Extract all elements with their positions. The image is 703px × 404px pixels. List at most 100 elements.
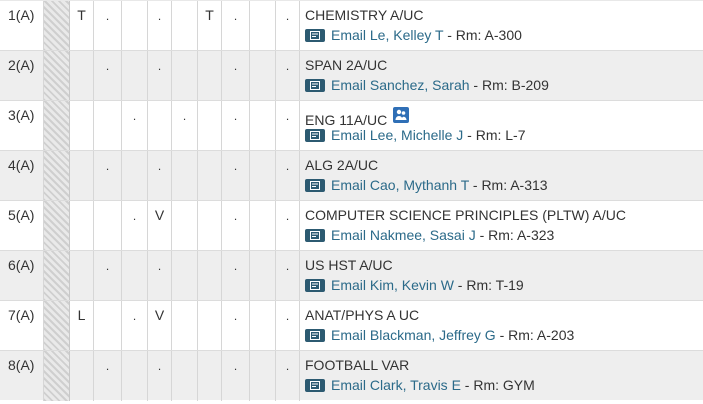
attendance-mark bbox=[94, 201, 122, 251]
attendance-mark: . bbox=[122, 101, 148, 151]
course-cell: ALG 2A/UC Email Cao, Mythanh T - Rm: A-31… bbox=[300, 151, 703, 201]
email-teacher-link[interactable]: Email Sanchez, Sarah bbox=[331, 77, 470, 93]
attendance-mark: T bbox=[198, 1, 222, 51]
attendance-mark: . bbox=[276, 151, 300, 201]
attendance-mark bbox=[250, 201, 276, 251]
attendance-mark: . bbox=[148, 351, 172, 401]
group-icon[interactable] bbox=[393, 107, 410, 123]
email-teacher-link[interactable]: Email Le, Kelley T bbox=[331, 27, 443, 43]
attendance-mark: . bbox=[222, 151, 250, 201]
attendance-mark bbox=[250, 151, 276, 201]
attendance-mark: . bbox=[148, 251, 172, 301]
teacher-line: Email Blackman, Jeffrey G - Rm: A-203 bbox=[305, 327, 574, 343]
attendance-mark bbox=[70, 151, 94, 201]
attendance-mark: V bbox=[148, 301, 172, 351]
attendance-mark: . bbox=[172, 101, 198, 151]
course-cell: ENG 11A/UC Email Lee, Michelle J - Rm: L-… bbox=[300, 101, 703, 151]
schedule-row: 8(A).... FOOTBALL VAR Email Clark, Travis … bbox=[0, 350, 703, 401]
email-teacher-link[interactable]: Email Blackman, Jeffrey G bbox=[331, 327, 496, 343]
course-cell: ANAT/PHYS A UC Email Blackman, Jeffrey G … bbox=[300, 301, 703, 351]
attendance-mark: . bbox=[222, 1, 250, 51]
room-label: - Rm: A-313 bbox=[469, 177, 548, 193]
room-label: - Rm: B-209 bbox=[469, 77, 549, 93]
attendance-mark bbox=[250, 51, 276, 101]
hatched-column bbox=[44, 101, 70, 151]
attendance-mark: T bbox=[70, 1, 94, 51]
email-icon[interactable] bbox=[305, 79, 325, 92]
email-icon[interactable] bbox=[305, 279, 325, 292]
course-title: ALG 2A/UC bbox=[305, 157, 379, 173]
attendance-mark bbox=[198, 351, 222, 401]
email-teacher-link[interactable]: Email Kim, Kevin W bbox=[331, 277, 454, 293]
attendance-mark bbox=[198, 301, 222, 351]
attendance-mark: . bbox=[148, 151, 172, 201]
attendance-mark bbox=[250, 1, 276, 51]
course-cell: FOOTBALL VAR Email Clark, Travis E - Rm: … bbox=[300, 351, 703, 401]
period-label: 3(A) bbox=[0, 101, 44, 151]
attendance-mark: . bbox=[222, 201, 250, 251]
course-name: ALG 2A/UC bbox=[305, 157, 378, 173]
attendance-mark bbox=[122, 51, 148, 101]
attendance-mark: . bbox=[94, 51, 122, 101]
schedule-row: 2(A).... SPAN 2A/UC Email Sanchez, Sarah -… bbox=[0, 50, 703, 101]
email-teacher-link[interactable]: Email Lee, Michelle J bbox=[331, 127, 463, 143]
email-icon[interactable] bbox=[305, 29, 325, 42]
attendance-mark bbox=[172, 201, 198, 251]
course-name: US HST A/UC bbox=[305, 257, 393, 273]
course-cell: US HST A/UC Email Kim, Kevin W - Rm: T-19 bbox=[300, 251, 703, 301]
email-icon[interactable] bbox=[305, 379, 325, 392]
attendance-mark: . bbox=[148, 1, 172, 51]
course-cell: SPAN 2A/UC Email Sanchez, Sarah - Rm: B-2… bbox=[300, 51, 703, 101]
attendance-mark: . bbox=[222, 101, 250, 151]
attendance-mark bbox=[122, 251, 148, 301]
attendance-mark: . bbox=[148, 51, 172, 101]
attendance-mark bbox=[94, 101, 122, 151]
attendance-mark: L bbox=[70, 301, 94, 351]
attendance-mark: . bbox=[94, 251, 122, 301]
attendance-mark bbox=[70, 351, 94, 401]
email-teacher-link[interactable]: Email Clark, Travis E bbox=[331, 377, 461, 393]
email-icon[interactable] bbox=[305, 129, 325, 142]
email-icon[interactable] bbox=[305, 329, 325, 342]
attendance-mark bbox=[172, 351, 198, 401]
course-title: US HST A/UC bbox=[305, 257, 393, 273]
course-title: CHEMISTRY A/UC bbox=[305, 7, 424, 23]
attendance-mark bbox=[70, 101, 94, 151]
schedule-row: 3(A).... ENG 11A/UC Email Lee, Michelle J … bbox=[0, 100, 703, 151]
attendance-mark bbox=[198, 151, 222, 201]
course-name: COMPUTER SCIENCE PRINCIPLES (PLTW) A/UC bbox=[305, 207, 626, 223]
email-icon[interactable] bbox=[305, 229, 325, 242]
email-icon[interactable] bbox=[305, 179, 325, 192]
teacher-line: Email Cao, Mythanh T - Rm: A-313 bbox=[305, 177, 548, 193]
schedule-grid: 1(A) T.. T.. CHEMISTRY A/UC Email Le, Kelley… bbox=[0, 0, 703, 401]
hatched-column bbox=[44, 201, 70, 251]
attendance-mark bbox=[70, 251, 94, 301]
hatched-column bbox=[44, 251, 70, 301]
email-teacher-link[interactable]: Email Cao, Mythanh T bbox=[331, 177, 469, 193]
teacher-line: Email Le, Kelley T - Rm: A-300 bbox=[305, 27, 522, 43]
attendance-mark bbox=[70, 201, 94, 251]
period-label: 7(A) bbox=[0, 301, 44, 351]
hatched-column bbox=[44, 51, 70, 101]
attendance-mark: . bbox=[222, 301, 250, 351]
attendance-mark bbox=[172, 151, 198, 201]
hatched-column bbox=[44, 1, 70, 51]
teacher-line: Email Sanchez, Sarah - Rm: B-209 bbox=[305, 77, 549, 93]
attendance-mark: . bbox=[222, 251, 250, 301]
attendance-mark bbox=[198, 201, 222, 251]
attendance-mark bbox=[250, 351, 276, 401]
attendance-mark: . bbox=[276, 301, 300, 351]
attendance-mark: V bbox=[148, 201, 172, 251]
schedule-row: 6(A).... US HST A/UC Email Kim, Kevin W - … bbox=[0, 250, 703, 301]
period-label: 8(A) bbox=[0, 351, 44, 401]
period-label: 5(A) bbox=[0, 201, 44, 251]
attendance-mark bbox=[172, 1, 198, 51]
course-title: COMPUTER SCIENCE PRINCIPLES (PLTW) A/UC bbox=[305, 207, 627, 223]
teacher-line: Email Nakmee, Sasai J - Rm: A-323 bbox=[305, 227, 554, 243]
attendance-mark: . bbox=[94, 1, 122, 51]
email-teacher-link[interactable]: Email Nakmee, Sasai J bbox=[331, 227, 476, 243]
attendance-mark bbox=[122, 151, 148, 201]
attendance-mark: . bbox=[276, 1, 300, 51]
attendance-mark: . bbox=[276, 251, 300, 301]
period-label: 6(A) bbox=[0, 251, 44, 301]
